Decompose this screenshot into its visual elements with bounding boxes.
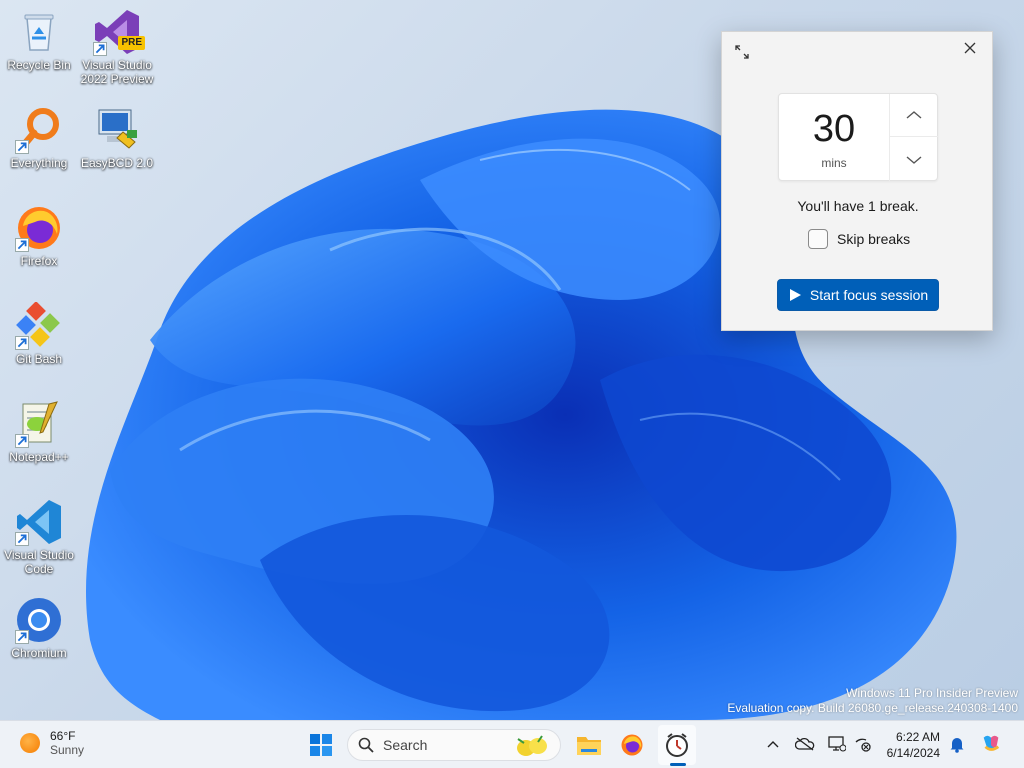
recycle-bin-icon xyxy=(15,8,63,56)
desktop-icon-notepad-plus-plus[interactable]: Notepad++ xyxy=(1,400,77,464)
close-icon[interactable] xyxy=(958,36,982,60)
start-button[interactable] xyxy=(302,725,340,765)
skip-breaks-label[interactable]: Skip breaks xyxy=(837,231,910,247)
search-placeholder: Search xyxy=(383,737,428,753)
shortcut-arrow-icon xyxy=(15,630,29,644)
duration-picker: 30 mins xyxy=(778,93,938,182)
increase-duration-button[interactable] xyxy=(890,94,938,137)
notifications-button[interactable] xyxy=(946,733,968,755)
shortcut-arrow-icon xyxy=(15,434,29,448)
shortcut-arrow-icon xyxy=(15,532,29,546)
copilot-button[interactable] xyxy=(980,733,1002,755)
network-tray-button[interactable] xyxy=(852,733,874,755)
vscode-icon xyxy=(15,498,63,546)
git-bash-icon xyxy=(15,301,63,350)
clock-app-icon xyxy=(666,733,688,757)
clock-time: 6:22 AM xyxy=(895,730,940,744)
skip-breaks-row[interactable]: Skip breaks xyxy=(808,228,910,250)
breaks-info-text: You'll have 1 break. xyxy=(797,198,919,214)
desktop-icon-visual-studio-preview[interactable]: PRE Visual Studio 2022 Preview xyxy=(79,8,155,86)
weather-widget[interactable]: 66°F Sunny xyxy=(20,729,84,757)
easybcd-icon xyxy=(93,106,141,154)
onedrive-tray-button[interactable] xyxy=(794,733,816,755)
display-tray-button[interactable] xyxy=(826,733,848,755)
chevron-down-icon xyxy=(906,155,922,164)
onedrive-offline-icon xyxy=(795,737,815,751)
shortcut-arrow-icon xyxy=(15,336,29,350)
firefox-icon xyxy=(621,734,643,756)
duration-unit: mins xyxy=(821,156,847,170)
copilot-icon xyxy=(983,735,1000,751)
search-highlight-icon xyxy=(517,735,547,756)
search-icon xyxy=(358,737,374,753)
evaluation-watermark: Windows 11 Pro Insider Preview Evaluatio… xyxy=(727,686,1018,716)
taskbar-clock[interactable]: 6:22 AM 6/14/2024 xyxy=(882,729,940,761)
chevron-up-icon xyxy=(906,111,922,119)
chromium-icon xyxy=(15,596,63,644)
start-focus-session-button[interactable]: Start focus session xyxy=(777,279,939,311)
taskbar: 66°F Sunny Search 6:22 AM 6/14/2024 xyxy=(0,720,1024,768)
notepad-plus-plus-icon xyxy=(15,400,63,448)
desktop-icon-label: Visual Studio Code xyxy=(4,548,74,576)
taskbar-clock-app[interactable] xyxy=(658,725,696,765)
shortcut-arrow-icon xyxy=(93,42,107,56)
desktop-icon-vscode[interactable]: Visual Studio Code xyxy=(1,498,77,576)
desktop-icon-label: Visual Studio 2022 Preview xyxy=(80,58,154,86)
taskbar-search[interactable]: Search xyxy=(347,729,561,761)
show-hidden-icons-button[interactable] xyxy=(762,733,784,755)
network-off-icon xyxy=(855,738,871,752)
play-icon xyxy=(789,289,801,301)
desktop-icon-everything[interactable]: Everything xyxy=(1,106,77,170)
focus-session-panel: 30 mins You'll have 1 break. Skip breaks… xyxy=(721,31,993,331)
clock-date: 6/14/2024 xyxy=(886,746,940,760)
duration-value[interactable]: 30 xyxy=(779,108,889,151)
active-app-indicator xyxy=(670,763,686,766)
watermark-line-2: Evaluation copy. Build 26080.ge_release.… xyxy=(727,701,1018,715)
bell-icon xyxy=(950,738,964,753)
taskbar-file-explorer[interactable] xyxy=(570,725,608,765)
start-focus-session-label: Start focus session xyxy=(809,287,929,303)
desktop-icon-recycle-bin[interactable]: Recycle Bin xyxy=(1,8,77,72)
watermark-line-1: Windows 11 Pro Insider Preview xyxy=(846,686,1018,700)
desktop-icon-chromium[interactable]: Chromium xyxy=(1,596,77,660)
firefox-icon xyxy=(15,204,63,252)
chevron-up-icon xyxy=(767,741,779,748)
visual-studio-preview-icon: PRE xyxy=(93,8,145,56)
desktop-icon-firefox[interactable]: Firefox xyxy=(1,204,77,268)
shortcut-arrow-icon xyxy=(15,238,29,252)
desktop-icon-easybcd[interactable]: EasyBCD 2.0 xyxy=(79,106,155,170)
display-icon xyxy=(828,736,846,752)
start-icon xyxy=(310,734,332,756)
desktop-icon-label: EasyBCD 2.0 xyxy=(80,156,154,170)
sun-icon xyxy=(20,733,40,753)
file-explorer-icon xyxy=(577,737,601,755)
weather-condition: Sunny xyxy=(50,743,85,757)
preview-badge: PRE xyxy=(118,36,145,50)
desktop-icon-git-bash[interactable]: Git Bash xyxy=(1,301,77,366)
desktop-icon-label: Recycle Bin xyxy=(7,58,71,72)
skip-breaks-checkbox[interactable] xyxy=(808,229,828,249)
shortcut-arrow-icon xyxy=(15,140,29,154)
taskbar-firefox[interactable] xyxy=(613,725,651,765)
decrease-duration-button[interactable] xyxy=(890,138,938,181)
everything-search-icon xyxy=(15,106,63,154)
expand-icon[interactable] xyxy=(730,40,754,64)
weather-temperature: 66°F xyxy=(50,729,76,743)
